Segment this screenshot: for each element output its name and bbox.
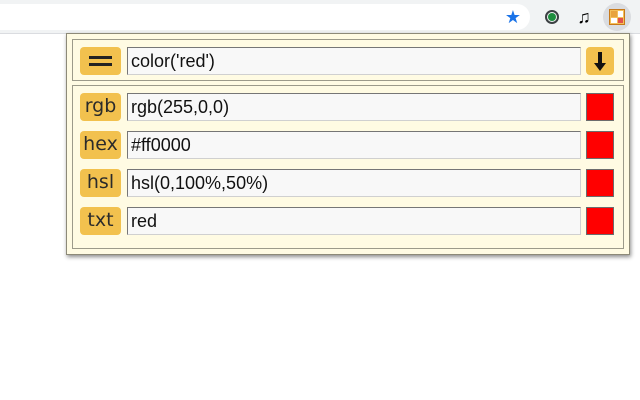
txt-color-swatch[interactable] [586, 207, 614, 235]
hsl-label-button[interactable]: hsl [80, 169, 121, 197]
expression-panel [72, 39, 624, 81]
apply-down-button[interactable] [586, 47, 614, 75]
formats-panel: rgb hex hsl txt [72, 85, 624, 249]
address-bar[interactable] [0, 4, 530, 30]
browser-toolbar: ★ ♫ [0, 0, 640, 34]
bookmark-star-icon[interactable]: ★ [501, 5, 525, 29]
txt-value-field[interactable] [127, 207, 581, 235]
music-note-icon[interactable]: ♫ [572, 5, 596, 29]
hex-value-field[interactable] [127, 131, 581, 159]
color-converter-popup: rgb hex hsl txt [66, 33, 630, 255]
hsl-value-field[interactable] [127, 169, 581, 197]
color-picker-extension-icon[interactable] [603, 3, 631, 31]
green-dot-extension-icon[interactable] [540, 5, 564, 29]
equals-icon [89, 56, 112, 59]
equals-icon-bar [89, 63, 112, 66]
txt-label-button[interactable]: txt [80, 207, 121, 235]
rgb-value-field[interactable] [127, 93, 581, 121]
arrow-down-icon-head [594, 63, 606, 71]
rgb-color-swatch[interactable] [586, 93, 614, 121]
hex-color-swatch[interactable] [586, 131, 614, 159]
rgb-label-button[interactable]: rgb [80, 93, 121, 121]
hex-label-button[interactable]: hex [80, 131, 121, 159]
hsl-color-swatch[interactable] [586, 169, 614, 197]
evaluate-button[interactable] [80, 47, 121, 75]
expression-input[interactable] [127, 47, 581, 75]
